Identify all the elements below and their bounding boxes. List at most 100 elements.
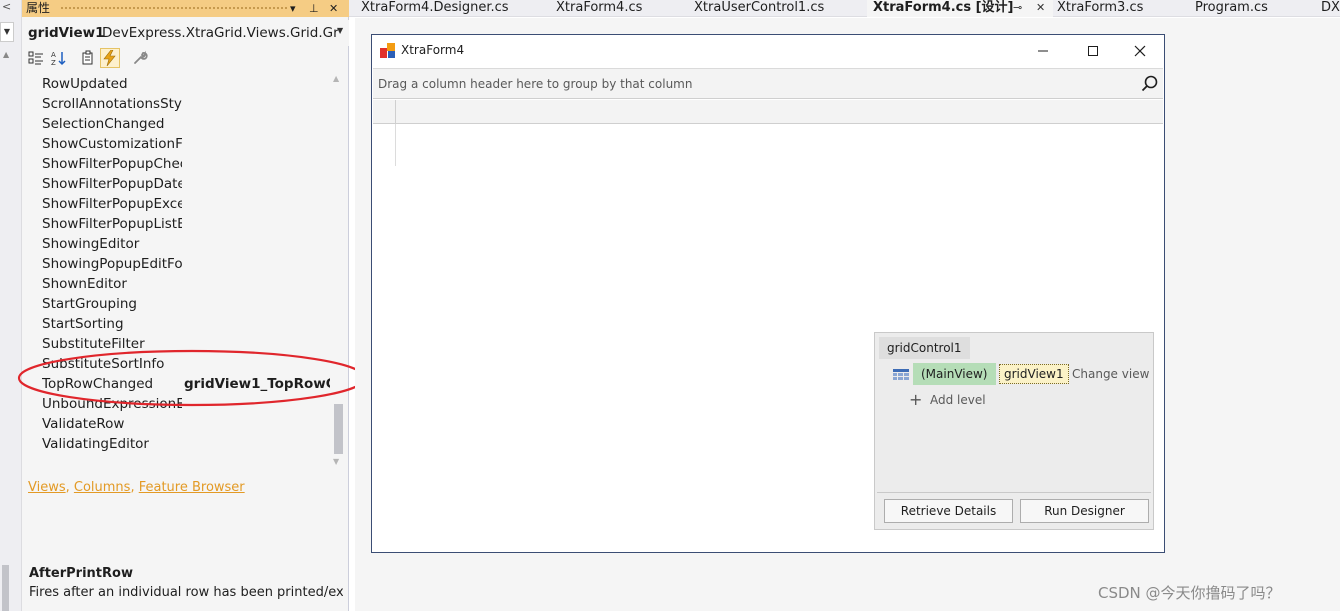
pin-icon[interactable]: ⊥	[309, 0, 319, 17]
grid-view-icon	[893, 369, 909, 380]
properties-toolbar: AZ	[22, 46, 349, 72]
feature-browser-link[interactable]: Feature Browser	[139, 480, 245, 495]
maximize-icon[interactable]	[1073, 39, 1113, 63]
add-level-link[interactable]: Add level	[930, 393, 986, 407]
collapse-arrow-icon[interactable]: <	[2, 0, 11, 13]
event-name: ShownEditor	[42, 276, 127, 292]
gutter-scroll-up-icon[interactable]: ▲	[3, 50, 9, 59]
event-row[interactable]: ScrollAnnotationsStyle	[22, 94, 332, 114]
events-scroll-thumb[interactable]	[334, 404, 343, 454]
properties-title: 属性	[26, 1, 51, 15]
event-row[interactable]: ShownEditor	[22, 274, 332, 294]
events-scrollbar[interactable]: ▲ ▼	[331, 74, 345, 470]
object-selector[interactable]: gridView1 DevExpress.XtraGrid.Views.Grid…	[22, 20, 349, 46]
svg-text:A: A	[51, 51, 56, 59]
event-row[interactable]: SubstituteSortInfo	[22, 354, 332, 374]
properties-title-bar: 属性 ▾ ⊥ ✕	[22, 0, 349, 17]
tab-close-icon[interactable]: ✕	[1036, 0, 1045, 15]
event-row[interactable]: ShowFilterPopupDate	[22, 174, 332, 194]
columns-link[interactable]: Columns	[74, 480, 131, 495]
event-name: SelectionChanged	[42, 116, 165, 132]
properties-icon[interactable]	[78, 48, 98, 68]
title-grip[interactable]	[60, 6, 288, 11]
object-selector-dropdown-icon[interactable]: ▼	[337, 26, 343, 35]
views-link[interactable]: Views	[28, 480, 66, 495]
event-row[interactable]: ValidatingEditor	[22, 434, 332, 454]
event-row[interactable]: StartSorting	[22, 314, 332, 334]
window-close-icon[interactable]	[1120, 39, 1160, 63]
run-designer-button[interactable]: Run Designer	[1020, 499, 1149, 523]
svg-text:Z: Z	[51, 59, 56, 66]
tab-xtraform4-designer-cs[interactable]: XtraForm4.Designer.cs	[361, 0, 509, 17]
tab-xtraform4-cs[interactable]: XtraForm4.cs	[556, 0, 642, 17]
change-view-link[interactable]: Change view	[1072, 367, 1149, 381]
scroll-down-icon[interactable]: ▼	[333, 457, 339, 466]
event-name: ValidatingEditor	[42, 436, 149, 452]
event-name: UnboundExpressionEditorCreated	[42, 396, 182, 412]
group-panel[interactable]: Drag a column header here to group by th…	[373, 68, 1163, 99]
gutter-scroll-thumb[interactable]	[2, 565, 9, 611]
event-row[interactable]: SubstituteFilter	[22, 334, 332, 354]
left-gutter: < ▼ ▲	[0, 0, 22, 611]
event-name: RowUpdated	[42, 76, 128, 92]
row-indicator-line	[395, 124, 396, 166]
event-name: StartSorting	[42, 316, 124, 332]
event-row[interactable]: ShowFilterPopupExcel	[22, 194, 332, 214]
scroll-up-icon[interactable]: ▲	[333, 74, 339, 83]
alphabetical-icon[interactable]: AZ	[49, 48, 69, 68]
event-name: ShowingEditor	[42, 236, 140, 252]
column-header-panel	[373, 100, 1163, 124]
event-row[interactable]: TopRowChanged gridView1_TopRowChanged	[22, 374, 332, 394]
form-title-bar: XtraForm4	[372, 35, 1164, 66]
tab-xtraform3-cs[interactable]: XtraForm3.cs	[1057, 0, 1143, 17]
event-row[interactable]: ShowingEditor	[22, 234, 332, 254]
event-handler-value[interactable]: gridView1_TopRowChanged	[184, 376, 330, 392]
properties-panel: 属性 ▾ ⊥ ✕ gridView1 DevExpress.XtraGrid.V…	[22, 0, 349, 611]
event-row[interactable]: UnboundExpressionEditorCreated	[22, 394, 332, 414]
event-row[interactable]: ShowingPopupEditForm	[22, 254, 332, 274]
tab-dx[interactable]: DX	[1321, 0, 1340, 17]
form-title: XtraForm4	[401, 43, 465, 57]
panel-divider	[877, 492, 1151, 493]
level-designer-panel: gridControl1 (MainView) gridView1 Change…	[874, 332, 1154, 530]
event-row[interactable]: ShowCustomizationForm	[22, 134, 332, 154]
close-icon[interactable]: ✕	[329, 0, 338, 17]
events-lightning-icon[interactable]	[100, 48, 120, 68]
tab-program-cs[interactable]: Program.cs	[1195, 0, 1268, 17]
event-row[interactable]: StartGrouping	[22, 294, 332, 314]
tab-pin-icon[interactable]: ⊸	[1013, 0, 1022, 15]
tab-xtrausercontrol1-cs[interactable]: XtraUserControl1.cs	[694, 0, 824, 17]
minimize-icon[interactable]	[1023, 39, 1063, 63]
event-name: ShowingPopupEditForm	[42, 256, 182, 272]
object-name: gridView1	[28, 25, 105, 41]
event-row[interactable]: ShowFilterPopupCheckedListBox	[22, 154, 332, 174]
gutter-dropdown-icon[interactable]: ▼	[0, 22, 14, 42]
command-links: Views, Columns, Feature Browser	[28, 480, 245, 495]
event-name: SubstituteFilter	[42, 336, 145, 352]
property-pages-wrench-icon[interactable]	[130, 48, 150, 68]
event-row[interactable]: SelectionChanged	[22, 114, 332, 134]
tab-xtraform4-design[interactable]: XtraForm4.cs [设计] ⊸ ✕	[867, 0, 1053, 17]
event-name: TopRowChanged	[42, 376, 154, 392]
retrieve-details-button[interactable]: Retrieve Details	[884, 499, 1013, 523]
event-row[interactable]: RowUpdated	[22, 74, 332, 94]
event-name: ShowFilterPopupDate	[42, 176, 182, 192]
view-name-badge[interactable]: gridView1	[999, 364, 1069, 384]
devexpress-logo-icon	[380, 43, 395, 58]
main-view-badge[interactable]: (MainView)	[913, 363, 996, 385]
event-name: ShowFilterPopupExcel	[42, 196, 182, 212]
search-icon[interactable]	[1141, 75, 1159, 93]
document-tab-strip: XtraForm4.Designer.cs XtraForm4.cs XtraU…	[349, 0, 1340, 17]
event-name: ShowFilterPopupCheckedListBox	[42, 156, 182, 172]
event-row[interactable]: ShowFilterPopupListBox	[22, 214, 332, 234]
event-name: ShowFilterPopupListBox	[42, 216, 182, 232]
description-title: AfterPrintRow	[29, 566, 133, 581]
row-indicator-header	[373, 100, 396, 124]
categorized-icon[interactable]	[26, 48, 46, 68]
window-position-dropdown-icon[interactable]: ▾	[290, 0, 296, 17]
event-name: ScrollAnnotationsStyle	[42, 96, 182, 112]
group-panel-text: Drag a column header here to group by th…	[378, 77, 693, 91]
event-row[interactable]: ValidateRow	[22, 414, 332, 434]
plus-icon[interactable]: +	[909, 392, 922, 408]
grid-control-name[interactable]: gridControl1	[879, 337, 970, 359]
